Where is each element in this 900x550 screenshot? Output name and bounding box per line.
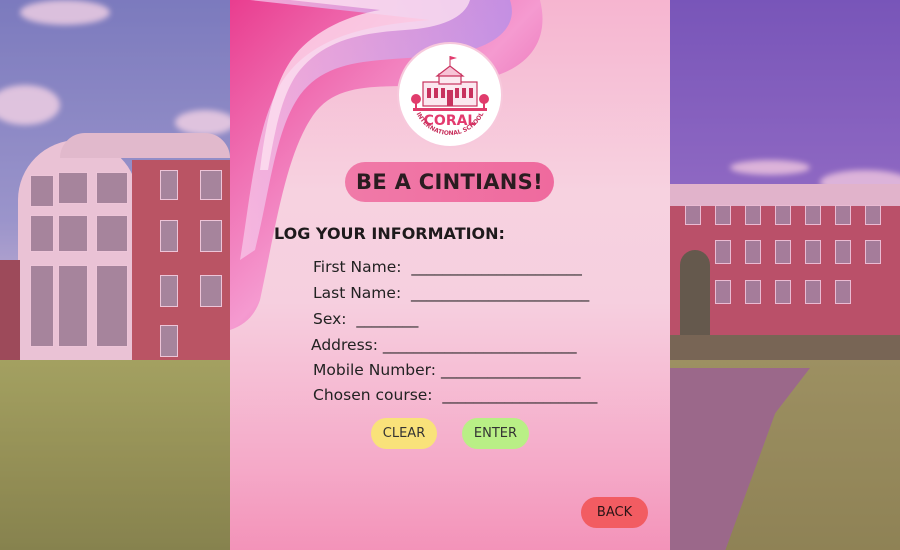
back-button[interactable]: BACK bbox=[581, 497, 648, 528]
first-name-label: First Name: bbox=[313, 258, 402, 276]
chosen-course-blank[interactable]: ____________________ bbox=[442, 386, 597, 404]
mobile-number-label: Mobile Number: bbox=[313, 361, 436, 379]
first-name-field[interactable]: First Name: ______________________ bbox=[313, 258, 582, 276]
mobile-number-blank[interactable]: __________________ bbox=[441, 361, 581, 379]
enter-button[interactable]: ENTER bbox=[462, 418, 529, 449]
address-blank[interactable]: _________________________ bbox=[383, 336, 577, 354]
first-name-blank[interactable]: ______________________ bbox=[411, 258, 582, 276]
sex-blank[interactable]: ________ bbox=[356, 310, 418, 328]
last-name-label: Last Name: bbox=[313, 284, 402, 302]
mobile-number-field[interactable]: Mobile Number: __________________ bbox=[313, 361, 580, 379]
sex-field[interactable]: Sex: ________ bbox=[313, 310, 418, 328]
address-field[interactable]: Address: _________________________ bbox=[311, 336, 577, 354]
last-name-field[interactable]: Last Name: _______________________ bbox=[313, 284, 589, 302]
form-section-title: LOG YOUR INFORMATION: bbox=[274, 224, 505, 243]
last-name-blank[interactable]: _______________________ bbox=[411, 284, 589, 302]
page-headline: BE A CINTIANS! bbox=[345, 162, 554, 202]
registration-panel: CORAL INTERNATIONAL SCHOOL BE A CINTIANS… bbox=[230, 0, 670, 550]
chosen-course-field[interactable]: Chosen course: ____________________ bbox=[313, 386, 597, 404]
chosen-course-label: Chosen course: bbox=[313, 386, 433, 404]
clear-button[interactable]: CLEAR bbox=[371, 418, 437, 449]
school-logo: CORAL INTERNATIONAL SCHOOL bbox=[399, 44, 501, 146]
address-label: Address: bbox=[311, 336, 378, 354]
right-campus-photo bbox=[670, 0, 900, 550]
sex-label: Sex: bbox=[313, 310, 347, 328]
left-campus-photo bbox=[0, 0, 230, 550]
